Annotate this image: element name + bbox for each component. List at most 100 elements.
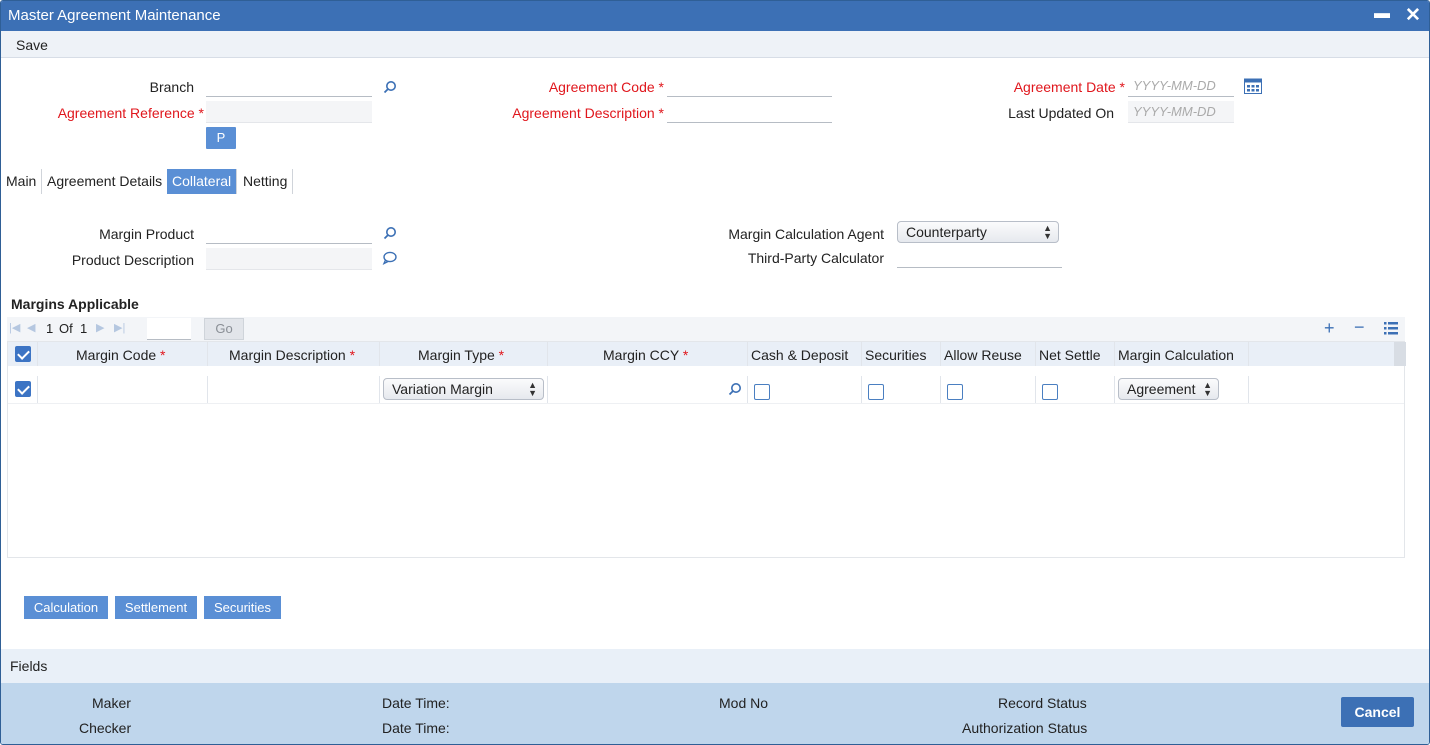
header-margin-calculation[interactable]: Margin Calculation	[1115, 342, 1249, 366]
calc-agent-select[interactable]: Counterparty ▲ ▼	[897, 221, 1059, 243]
agreement-description-field[interactable]	[667, 101, 832, 123]
last-updated-label: Last Updated On	[1008, 105, 1114, 121]
settlement-button[interactable]: Settlement	[115, 596, 197, 619]
p-button[interactable]: P	[206, 127, 236, 149]
page-of: Of	[59, 321, 73, 336]
tab-agreement-details[interactable]: Agreement Details	[42, 169, 169, 194]
required-mark: *	[498, 347, 505, 363]
margin-product-label: Margin Product	[99, 226, 194, 242]
search-icon[interactable]	[383, 226, 397, 240]
grid-header: Margin Code * Margin Description * Margi…	[8, 342, 1394, 366]
page-input[interactable]	[147, 318, 191, 340]
list-view-icon[interactable]	[1384, 322, 1398, 335]
margin-ccy-cell[interactable]	[548, 376, 748, 403]
branch-label: Branch	[149, 79, 194, 95]
grid-scrollbar[interactable]	[1394, 342, 1406, 366]
agreement-date-label-text: Agreement Date	[1013, 79, 1116, 95]
search-icon[interactable]	[383, 80, 397, 94]
audit-footer: Maker Checker Date Time: Date Time: Mod …	[1, 683, 1429, 744]
required-mark: *	[160, 347, 166, 363]
header-select-cell	[8, 342, 38, 366]
margin-calculation-select[interactable]: Agreement ▲ ▼	[1118, 378, 1219, 400]
margin-type-cell: Variation Margin ▲ ▼	[380, 376, 548, 403]
minimize-icon[interactable]: ▬	[1374, 5, 1390, 23]
header-cash-deposit[interactable]: Cash & Deposit	[748, 342, 862, 366]
cancel-button[interactable]: Cancel	[1341, 697, 1414, 727]
header-label-text: Securities	[865, 347, 927, 363]
header-label-text: Cash & Deposit	[751, 347, 849, 363]
maker-label: Maker	[92, 695, 131, 711]
calendar-icon[interactable]	[1244, 78, 1262, 94]
agreement-date-label: Agreement Date *	[961, 79, 1125, 95]
header-securities[interactable]: Securities	[862, 342, 941, 366]
close-icon[interactable]: ✕	[1405, 4, 1421, 27]
search-icon[interactable]	[728, 382, 742, 396]
cash-deposit-checkbox[interactable]	[754, 384, 770, 400]
branch-field[interactable]	[206, 75, 372, 97]
net-settle-checkbox[interactable]	[1042, 384, 1058, 400]
tab-main[interactable]: Main	[1, 169, 43, 194]
securities-cell	[862, 376, 941, 403]
row-checkbox[interactable]	[15, 381, 31, 397]
header-margin-code[interactable]: Margin Code *	[38, 342, 208, 366]
header-margin-type[interactable]: Margin Type *	[380, 342, 548, 366]
select-arrows-icon: ▲ ▼	[1043, 223, 1052, 241]
checker-datetime-label: Date Time:	[382, 720, 450, 736]
required-mark: *	[349, 347, 356, 363]
fields-label[interactable]: Fields	[10, 658, 47, 674]
calc-agent-label: Margin Calculation Agent	[728, 226, 884, 242]
net-settle-cell	[1036, 376, 1115, 403]
margin-type-select[interactable]: Variation Margin ▲ ▼	[383, 378, 544, 400]
record-status-label: Record Status	[998, 695, 1087, 711]
prev-page-icon[interactable]: ◀	[27, 321, 35, 334]
securities-checkbox[interactable]	[868, 384, 884, 400]
last-page-icon[interactable]: ▶|	[114, 321, 125, 334]
margin-calculation-value: Agreement	[1127, 381, 1196, 397]
page-total: 1	[80, 321, 88, 336]
agreement-reference-field[interactable]	[206, 101, 372, 123]
add-row-icon[interactable]: +	[1324, 318, 1335, 339]
select-all-checkbox[interactable]	[15, 346, 31, 362]
product-description-label: Product Description	[71, 252, 194, 268]
securities-button[interactable]: Securities	[204, 596, 281, 619]
tab-netting[interactable]: Netting	[238, 169, 294, 194]
margin-type-value: Variation Margin	[392, 381, 493, 397]
required-mark: *	[682, 347, 689, 363]
tab-collateral[interactable]: Collateral	[167, 169, 238, 194]
margin-description-cell[interactable]	[208, 376, 380, 403]
required-mark: *	[198, 105, 204, 121]
agreement-reference-label-text: Agreement Reference	[57, 105, 195, 121]
header-label-text: Margin Type	[418, 347, 495, 363]
header-allow-reuse[interactable]: Allow Reuse	[941, 342, 1036, 366]
master-agreement-window: Master Agreement Maintenance ▬ ✕ Save Br…	[0, 0, 1430, 745]
required-mark: *	[1119, 79, 1125, 95]
cash-deposit-cell	[748, 376, 862, 403]
required-mark: *	[658, 105, 664, 121]
margins-grid: Margin Code * Margin Description * Margi…	[7, 341, 1406, 558]
agreement-code-label: Agreement Code *	[481, 79, 664, 95]
header-label: Margin Code *	[76, 347, 166, 363]
header-margin-description[interactable]: Margin Description *	[208, 342, 380, 366]
maker-datetime-label: Date Time:	[382, 695, 450, 711]
header-label-text: Margin CCY	[603, 347, 679, 363]
margin-code-cell[interactable]	[38, 376, 208, 403]
checker-label: Checker	[79, 720, 132, 736]
comment-icon[interactable]	[382, 251, 397, 265]
grid-toolbar: |◀ ◀ 1 Of 1 ▶ ▶| Go + −	[7, 317, 1405, 341]
page-current: 1	[46, 321, 54, 336]
agreement-date-field[interactable]: YYYY-MM-DD	[1128, 75, 1234, 97]
allow-reuse-checkbox[interactable]	[947, 384, 963, 400]
header-net-settle[interactable]: Net Settle	[1036, 342, 1115, 366]
next-page-icon[interactable]: ▶	[96, 321, 104, 334]
header-label-text: Net Settle	[1039, 347, 1101, 363]
margin-product-field[interactable]	[206, 222, 372, 244]
agreement-code-field[interactable]	[667, 75, 832, 97]
header-margin-ccy[interactable]: Margin CCY *	[548, 342, 748, 366]
save-button[interactable]: Save	[16, 37, 48, 53]
first-page-icon[interactable]: |◀	[9, 321, 20, 334]
delete-row-icon[interactable]: −	[1354, 317, 1365, 338]
calculation-button[interactable]: Calculation	[24, 596, 108, 619]
go-button[interactable]: Go	[204, 318, 244, 340]
agreement-description-label-text: Agreement Description	[512, 105, 655, 121]
third-party-field[interactable]	[897, 246, 1062, 268]
